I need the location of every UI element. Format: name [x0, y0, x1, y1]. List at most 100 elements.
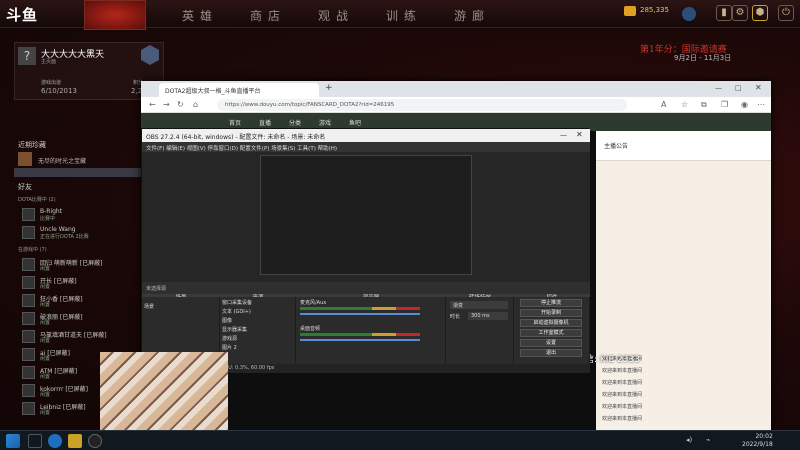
gold-count: 285,335: [640, 6, 669, 14]
obs-menu-bar[interactable]: 文件(F) 编辑(E) 视图(V) 停靠窗口(D) 配置文件(P) 场景集(S)…: [142, 142, 590, 152]
friend-avatar: [22, 226, 35, 239]
level-icon[interactable]: [682, 7, 696, 21]
mixer-volume-slider[interactable]: [300, 339, 420, 341]
profile-date: 6/10/2013: [41, 87, 77, 95]
obs-no-source-bar: 未选择源: [142, 282, 590, 294]
virtual-camera-button[interactable]: 启动虚拟摄像机: [520, 319, 582, 327]
task-view-icon[interactable]: [28, 434, 42, 448]
source-item[interactable]: 图片 2: [222, 344, 298, 352]
home-icon[interactable]: ⌂: [193, 100, 198, 109]
more-icon[interactable]: ⋯: [757, 100, 765, 109]
explorer-icon[interactable]: [68, 434, 82, 448]
douyu-nav-category[interactable]: 分类: [289, 118, 301, 127]
minimize-icon[interactable]: —: [715, 84, 722, 92]
menu-icon[interactable]: ▮: [716, 5, 732, 21]
mixer-meter: [300, 333, 420, 336]
avatar: ?: [18, 47, 36, 65]
clock-time: 20:02: [755, 433, 773, 440]
obs-close-icon[interactable]: ✕: [576, 130, 583, 139]
plus-icon[interactable]: ⬢: [752, 5, 768, 21]
source-item[interactable]: 显示器采集: [222, 326, 298, 334]
exit-button[interactable]: 退出: [520, 349, 582, 357]
friend-row[interactable]: 破浪丽 [已屏蔽] 闲置: [18, 312, 146, 326]
profile-label-since: 游戏出道: [41, 80, 62, 86]
chat-message: 欢迎来到本直播间: [602, 368, 643, 374]
new-tab-button[interactable]: +: [325, 83, 333, 93]
favorite-icon[interactable]: ☆: [681, 100, 688, 109]
browser-toolbar: ← → ↻ ⌂ https://www.douyu.com/topic/FANS…: [141, 97, 771, 113]
douyu-nav-fishbar[interactable]: 鱼吧: [349, 118, 361, 127]
friend-row[interactable]: 开长 [已屏蔽] 闲置: [18, 276, 146, 290]
studio-mode-button[interactable]: 工作室模式: [520, 329, 582, 337]
stop-streaming-button[interactable]: 停止推流: [520, 299, 582, 307]
friend-row[interactable]: Uncle Wang 正在进行DOTA 2比赛: [18, 226, 146, 240]
network-icon[interactable]: ⌁: [706, 436, 710, 444]
nav-watch[interactable]: 观战: [318, 7, 354, 24]
friend-row[interactable]: 狂小香 [已屏蔽] 闲置: [18, 294, 146, 308]
group-in-match[interactable]: DOTA比赛中 (2): [18, 196, 56, 203]
browser-tab-bar: DOTA2超级大叔一格_斗鱼直播平台 + — □ ✕: [141, 81, 771, 97]
event-date: 9月2日 - 11月3日: [674, 54, 732, 62]
read-aloud-icon[interactable]: A: [661, 100, 666, 109]
volume-icon[interactable]: ◂): [686, 436, 692, 444]
source-item[interactable]: 游戏源: [222, 335, 298, 343]
obs-preview-canvas[interactable]: [260, 155, 472, 275]
chat-panel: 主播公告 欢迎来到本直播间 欢迎来到本直播间 欢迎来到本直播间 欢迎来到本直播间…: [596, 131, 771, 435]
nav-arcade[interactable]: 游廊: [454, 7, 490, 24]
transition-duration-input[interactable]: 300 ms: [468, 312, 508, 320]
friend-avatar: [22, 384, 35, 397]
recent-title: 近期珍藏: [18, 141, 46, 149]
nav-learn[interactable]: 训练: [386, 7, 422, 24]
chat-message: 欢迎来到本直播间: [602, 404, 643, 410]
settings-icon[interactable]: ⚙: [732, 5, 748, 21]
close-icon[interactable]: ✕: [755, 83, 762, 92]
obs-taskbar-icon[interactable]: [88, 434, 102, 448]
start-recording-button[interactable]: 开始录制: [520, 309, 582, 317]
dock-transitions: 渐变 时长 300 ms: [446, 297, 514, 365]
collections-icon[interactable]: ❐: [721, 100, 728, 109]
scene-item[interactable]: 场景: [144, 303, 220, 311]
settings-button[interactable]: 设置: [520, 339, 582, 347]
edge-icon[interactable]: [48, 434, 62, 448]
mixer-volume-slider[interactable]: [300, 313, 420, 315]
dota-logo-icon[interactable]: [84, 0, 146, 30]
reload-icon[interactable]: ↻: [177, 100, 184, 109]
dock-controls: 停止推流 开始录制 启动虚拟摄像机 工作室模式 设置 退出: [514, 297, 590, 365]
clock[interactable]: 20:02 2022/9/18: [742, 433, 773, 449]
friend-avatar: [22, 348, 35, 361]
friend-row[interactable]: 马氯填酒甘道夫 [已屏蔽] 闲置: [18, 330, 146, 344]
profile-icon[interactable]: ◉: [741, 100, 748, 109]
recent-bar[interactable]: [14, 168, 142, 177]
obs-window: OBS 27.2.4 (64-bit, windows) - 配置文件: 未命名…: [141, 128, 590, 373]
forward-icon[interactable]: →: [163, 100, 170, 109]
douyu-nav-home[interactable]: 首页: [229, 118, 241, 127]
source-item[interactable]: 图像: [222, 317, 298, 325]
dock-sources: 窗口采集设备 文本 (GDI+) 图像 显示器采集 游戏源 图片 2: [220, 297, 296, 365]
address-bar[interactable]: https://www.douyu.com/topic/FANSCARD_DOT…: [217, 99, 627, 111]
extensions-icon[interactable]: ⧉: [701, 100, 707, 110]
browser-tab[interactable]: DOTA2超级大叔一格_斗鱼直播平台: [159, 83, 319, 97]
douyu-nav-game[interactable]: 游戏: [319, 118, 331, 127]
transition-select[interactable]: 渐变: [450, 301, 508, 309]
nav-heroes[interactable]: 英雄: [182, 7, 218, 24]
back-icon[interactable]: ←: [149, 100, 156, 109]
friend-row[interactable]: 回归 萌新萌新 [已屏蔽] 闲置: [18, 258, 146, 272]
clock-date: 2022/9/18: [742, 441, 773, 448]
friend-avatar: [22, 312, 35, 325]
group-in-game[interactable]: 在游戏中 (7): [18, 246, 47, 253]
douyu-nav-live[interactable]: 直播: [259, 118, 271, 127]
friend-row[interactable]: B-Right 比赛中: [18, 208, 146, 222]
friend-avatar: [22, 330, 35, 343]
recent-item[interactable]: 无尽的时光之宝藏: [38, 156, 86, 165]
source-item[interactable]: 窗口采集设备: [222, 299, 298, 307]
friends-title: 好友: [18, 183, 32, 191]
maximize-icon[interactable]: □: [735, 84, 742, 92]
friend-avatar: [22, 294, 35, 307]
windows-start-icon[interactable]: [6, 434, 20, 448]
treasure-icon: [18, 152, 32, 166]
nav-store[interactable]: 商店: [250, 7, 286, 24]
obs-minimize-icon[interactable]: —: [560, 131, 567, 139]
power-icon[interactable]: ⏻: [778, 5, 794, 21]
chat-message: 欢迎来到本直播间: [602, 416, 643, 422]
source-item[interactable]: 文本 (GDI+): [222, 308, 298, 316]
